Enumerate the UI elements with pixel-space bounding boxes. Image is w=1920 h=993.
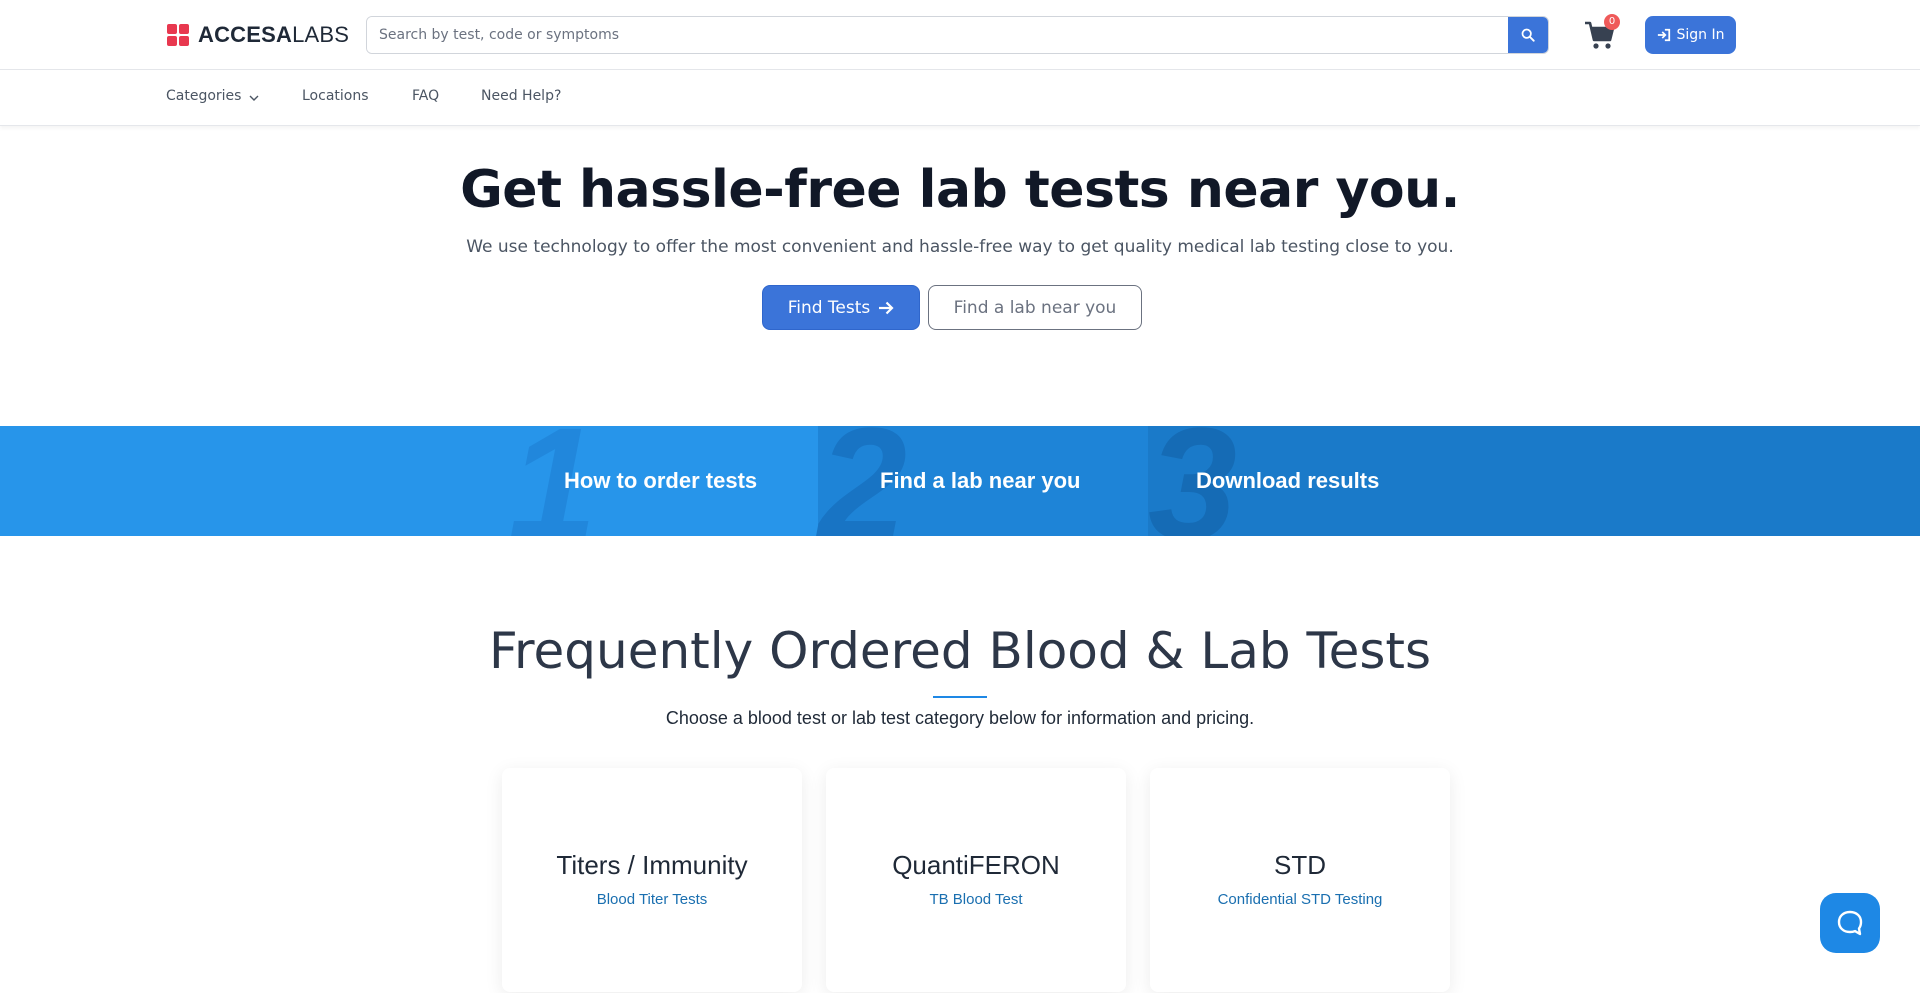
nav-categories[interactable]: Categories — [166, 88, 259, 104]
card-link[interactable]: TB Blood Test — [826, 891, 1126, 908]
logo[interactable]: ACCESALABS — [167, 22, 349, 48]
step-3-label: Download results — [1196, 468, 1380, 493]
find-tests-label: Find Tests — [787, 297, 871, 318]
main-nav: Categories Locations FAQ Need Help? — [0, 70, 1920, 126]
chat-widget-button[interactable] — [1820, 893, 1880, 953]
nav-locations[interactable]: Locations — [302, 88, 369, 104]
frequent-tests-subtitle: Choose a blood test or lab test category… — [665, 708, 1255, 728]
frequent-tests-title: Frequently Ordered Blood & Lab Tests — [488, 622, 1432, 680]
step-2-panel[interactable]: 2 Find a lab near you — [818, 426, 1148, 536]
card-title: QuantiFERON — [892, 850, 1060, 880]
cart-button[interactable]: 0 — [1584, 14, 1620, 51]
step-1-label: How to order tests — [564, 468, 758, 493]
cart-count-badge: 0 — [1604, 14, 1620, 30]
search-bar — [366, 16, 1549, 54]
sign-in-icon — [1657, 28, 1670, 42]
hero-subtitle: We use technology to offer the most conv… — [466, 237, 1454, 257]
chevron-down-icon — [249, 95, 259, 101]
sign-in-button[interactable]: Sign In — [1645, 16, 1736, 54]
category-card-titers[interactable]: Titers / Immunity Blood Titer Tests — [502, 768, 802, 992]
sign-in-label: Sign In — [1676, 27, 1725, 43]
title-divider — [933, 696, 987, 698]
card-link[interactable]: Blood Titer Tests — [502, 891, 802, 908]
find-tests-button[interactable]: Find Tests — [762, 285, 920, 330]
logo-mark-icon — [167, 24, 189, 46]
steps-band: 1 How to order tests 2 Find a lab near y… — [0, 426, 1920, 536]
search-button[interactable] — [1508, 17, 1548, 53]
search-input[interactable] — [367, 17, 1508, 53]
category-card-std[interactable]: STD Confidential STD Testing — [1150, 768, 1450, 992]
card-title: Titers / Immunity — [556, 850, 748, 880]
step-3-panel[interactable]: 3 Download results — [1148, 426, 1920, 536]
find-lab-button[interactable]: Find a lab near you — [928, 285, 1142, 330]
step-2-label: Find a lab near you — [880, 468, 1081, 493]
chat-bubble-icon — [1837, 910, 1863, 936]
logo-text: ACCESALABS — [198, 22, 350, 47]
nav-categories-label: Categories — [166, 88, 242, 104]
nav-need-help[interactable]: Need Help? — [481, 88, 561, 104]
card-title: STD — [1274, 850, 1326, 880]
step-1-panel[interactable]: 1 How to order tests — [0, 426, 818, 536]
arrow-right-icon — [879, 301, 894, 314]
top-header: ACCESALABS 0 Sign In — [0, 0, 1920, 70]
category-card-quantiferon[interactable]: QuantiFERON TB Blood Test — [826, 768, 1126, 992]
search-icon — [1521, 28, 1535, 42]
card-link[interactable]: Confidential STD Testing — [1150, 891, 1450, 908]
hero-title: Get hassle-free lab tests near you. — [460, 160, 1460, 220]
nav-faq[interactable]: FAQ — [412, 88, 439, 104]
